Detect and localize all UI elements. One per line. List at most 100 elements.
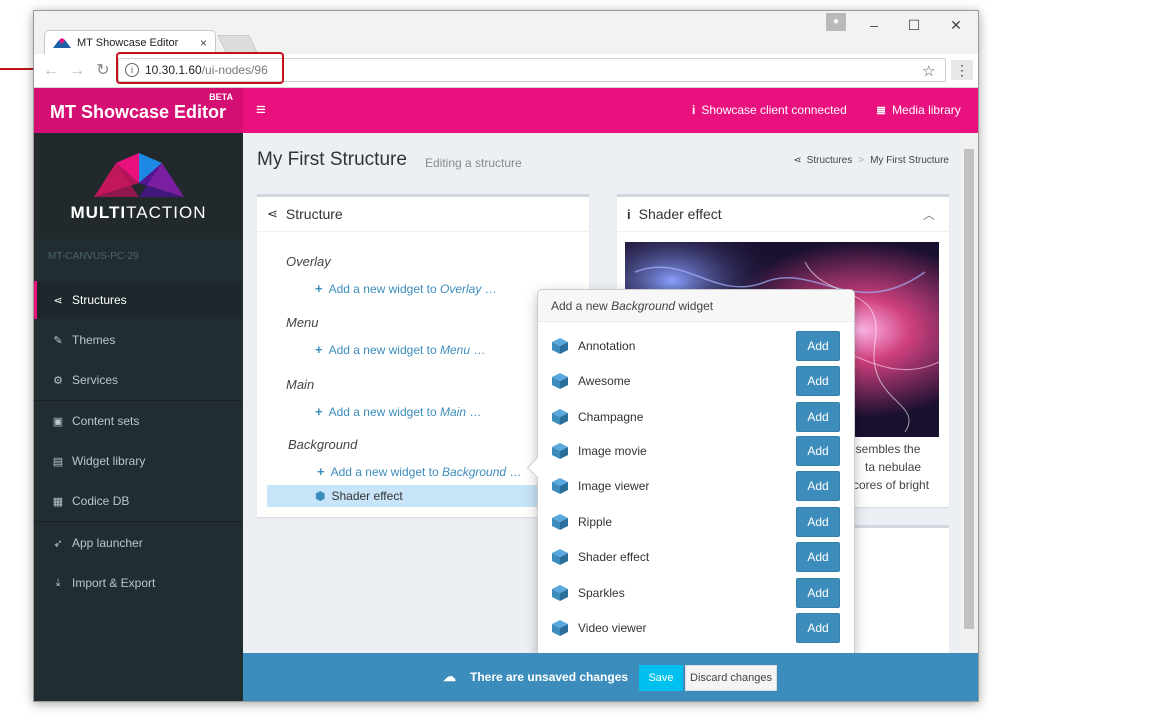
sidebar-item-content-sets[interactable]: ▣ Content sets	[34, 402, 243, 440]
cloud-upload-icon: ☁	[443, 669, 456, 684]
cube-icon	[552, 443, 568, 459]
widget-option-annotation: Annotation Add	[550, 330, 840, 362]
share-icon: ⋖	[53, 294, 63, 307]
add-button[interactable]: Add	[796, 471, 840, 501]
add-button[interactable]: Add	[796, 331, 840, 361]
add-button[interactable]: Add	[796, 402, 840, 432]
add-button[interactable]: Add	[796, 613, 840, 643]
plus-icon: +	[317, 464, 325, 479]
host-label: MT-CANVUS-PC-29	[48, 251, 139, 262]
add-widget-popover: Add a new Background widget Annotation A…	[526, 289, 855, 657]
description-line: cores of bright	[853, 478, 930, 492]
widget-option-image-movie: Image movie Add	[550, 435, 840, 467]
bookmark-star-icon[interactable]: ☆	[922, 62, 935, 80]
cube-icon	[552, 620, 568, 636]
widget-option-sparkles: Sparkles Add	[550, 577, 840, 609]
add-button[interactable]: Add	[796, 436, 840, 466]
sidebar-bottom	[34, 653, 243, 701]
cube-icon: ⬢	[315, 489, 326, 503]
profile-icon[interactable]: ●	[826, 13, 846, 31]
hamburger-menu-icon[interactable]: ≡	[256, 100, 266, 120]
tab-close-icon[interactable]: ×	[200, 36, 207, 50]
browser-tab[interactable]: MT Showcase Editor ×	[44, 30, 216, 54]
sidebar-item-import-export[interactable]: ⤓ Import & Export	[34, 564, 243, 602]
sidebar-item-codice-db[interactable]: ▦ Codice DB	[34, 482, 243, 520]
selected-widget-row[interactable]: ⬢ Shader effect	[267, 485, 537, 507]
add-widget-overlay-link[interactable]: + Add a new widget to Overlay …	[315, 281, 497, 296]
description-line: ta nebulae	[865, 460, 922, 474]
sidebar-item-structures[interactable]: ⋖ Structures	[34, 281, 243, 319]
sidebar-item-themes[interactable]: ✎ Themes	[34, 321, 243, 359]
brand-title: MT Showcase Editor	[50, 102, 227, 122]
section-label-main: Main	[286, 377, 315, 392]
widget-option-image-viewer: Image viewer Add	[550, 470, 840, 502]
book-icon: ▤	[52, 455, 64, 468]
sidebar-item-services[interactable]: ⚙ Services	[34, 361, 243, 399]
page-subtitle: Editing a structure	[425, 156, 522, 170]
cube-icon	[552, 585, 568, 601]
add-widget-background-link[interactable]: + Add a new widget to Background …	[317, 464, 521, 479]
widget-option-shader-effect: Shader effect Add	[550, 541, 840, 573]
sidebar-item-app-launcher[interactable]: ➶ App launcher	[34, 524, 243, 562]
widget-option-champagne: Champagne Add	[550, 401, 840, 433]
sidebar-divider	[34, 521, 243, 522]
maximize-button[interactable]: ☐	[894, 11, 934, 41]
info-icon: i	[692, 103, 696, 117]
breadcrumb-separator: >	[858, 155, 865, 166]
structure-box-title: Structure	[285, 206, 343, 222]
add-widget-main-link[interactable]: + Add a new widget to Main …	[315, 404, 481, 419]
section-label-menu: Menu	[286, 315, 319, 330]
minimize-button[interactable]: –	[854, 11, 894, 41]
back-arrow-icon[interactable]: ←	[40, 60, 62, 82]
browser-menu-icon[interactable]: ⋮	[951, 60, 973, 80]
logo-area: MULTITACTION	[34, 133, 243, 239]
media-library-link[interactable]: ≣ Media library	[876, 103, 961, 117]
shader-effect-title: Shader effect	[638, 206, 722, 222]
brush-icon: ✎	[53, 334, 63, 347]
unsaved-changes-bar: ☁ There are unsaved changes Save Discard…	[243, 653, 978, 701]
breadcrumb-structures[interactable]: Structures	[807, 155, 853, 166]
widget-option-video-viewer: Video viewer Add	[550, 612, 840, 644]
info-icon: i	[627, 206, 631, 222]
client-status[interactable]: i Showcase client connected	[692, 103, 847, 117]
multitaction-logo-icon	[94, 153, 184, 197]
collapse-chevron-icon[interactable]: ︿	[923, 206, 935, 223]
url-highlight-box	[116, 52, 284, 84]
widget-option-awesome: Awesome Add	[550, 365, 840, 397]
shader-effect-header: i Shader effect ︿	[617, 197, 949, 232]
description-line: esembles the	[849, 442, 921, 456]
rocket-icon: ➶	[53, 537, 63, 550]
forward-arrow-icon[interactable]: →	[66, 60, 88, 82]
section-label-background: Background	[288, 437, 358, 452]
close-window-button[interactable]: ✕	[936, 11, 976, 41]
logo-text: MULTITACTION	[70, 203, 207, 222]
widget-option-ripple: Ripple Add	[550, 506, 840, 538]
brand[interactable]: MT Showcase Editor BETA	[34, 88, 243, 133]
selected-widget-label: Shader effect	[331, 489, 403, 503]
cogs-icon: ⚙	[53, 374, 63, 387]
share-icon: ⋖	[267, 206, 278, 221]
save-button[interactable]: Save	[639, 665, 683, 691]
page-scrollbar[interactable]	[961, 133, 977, 653]
app-header: MT Showcase Editor BETA ≡ i Showcase cli…	[34, 88, 978, 133]
breadcrumb: ⋖ Structures > My First Structure	[793, 155, 949, 166]
plus-icon: +	[315, 342, 323, 357]
reload-icon[interactable]: ↻	[92, 60, 114, 82]
cube-icon	[552, 549, 568, 565]
add-widget-menu-link[interactable]: + Add a new widget to Menu …	[315, 342, 485, 357]
barcode-icon: ▦	[52, 495, 64, 508]
scroll-thumb[interactable]	[964, 149, 974, 629]
add-button[interactable]: Add	[796, 542, 840, 572]
add-button[interactable]: Add	[796, 507, 840, 537]
sidebar-item-widget-library[interactable]: ▤ Widget library	[34, 442, 243, 480]
browser-window: MT Showcase Editor × ● – ☐ ✕ ← → ↻ i 10.…	[33, 10, 979, 702]
share-icon: ⋖	[793, 155, 802, 166]
database-icon: ≣	[876, 103, 887, 117]
structure-box-header: ⋖ Structure	[257, 197, 589, 232]
add-button[interactable]: Add	[796, 366, 840, 396]
discard-changes-button[interactable]: Discard changes	[685, 665, 777, 691]
sidebar: MULTITACTION MT-CANVUS-PC-29 ⋖ Structure…	[34, 133, 243, 701]
popover-title: Add a new Background widget	[538, 290, 854, 322]
add-button[interactable]: Add	[796, 578, 840, 608]
cube-icon	[552, 338, 568, 354]
